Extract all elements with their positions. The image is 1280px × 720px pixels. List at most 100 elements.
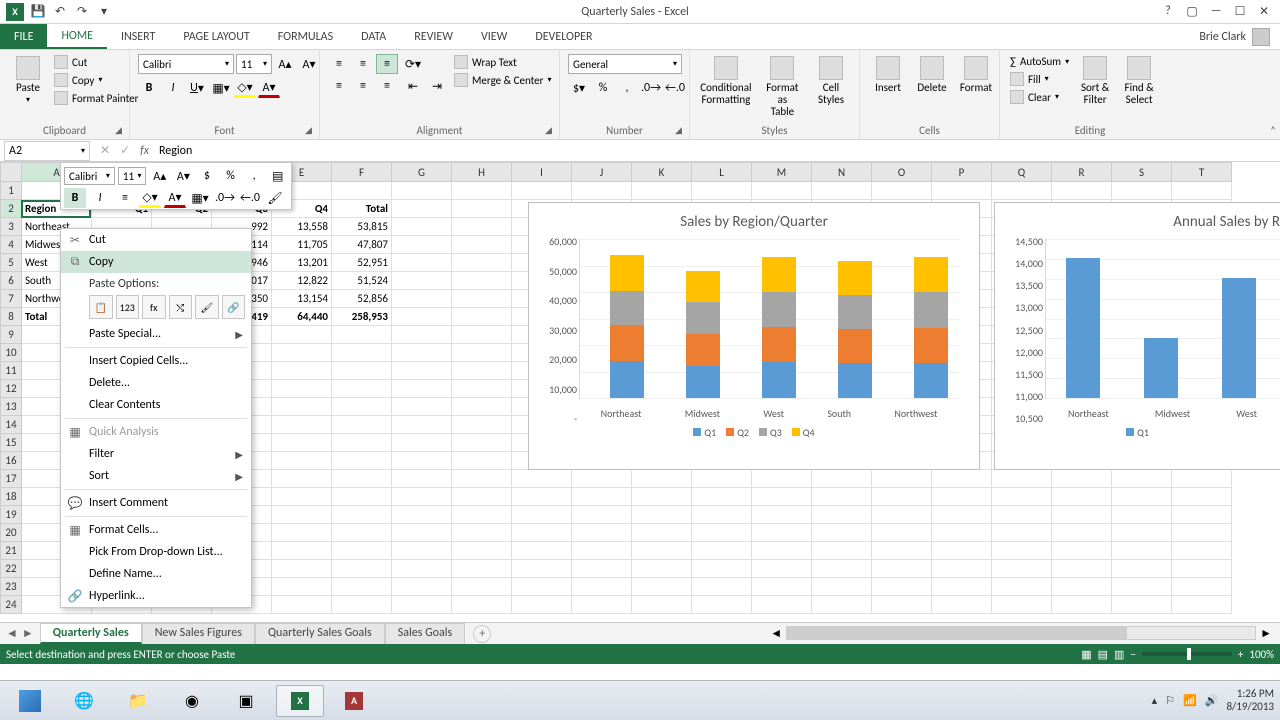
paste-opt-formulas[interactable]: fx (142, 295, 166, 319)
cell[interactable] (452, 344, 512, 362)
cell[interactable] (1112, 560, 1172, 578)
cell[interactable] (392, 254, 452, 272)
cell[interactable] (1052, 578, 1112, 596)
accounting-format-icon[interactable]: $▾ (568, 78, 590, 98)
fill-button[interactable]: Fill▾ (1008, 71, 1071, 87)
cell[interactable] (812, 506, 872, 524)
ctx-filter[interactable]: Filter▶ (61, 443, 251, 465)
align-left-icon[interactable]: ≡ (328, 76, 350, 96)
mini-font-combo[interactable]: Calibri▾ (64, 167, 115, 185)
cell[interactable] (1112, 542, 1172, 560)
cell[interactable] (1112, 182, 1172, 200)
taskbar-app-icon[interactable]: ▣ (222, 685, 270, 717)
cell[interactable] (992, 506, 1052, 524)
zoom-slider[interactable] (1142, 652, 1232, 656)
cell[interactable] (272, 398, 332, 416)
paste-opt-link[interactable]: 🔗 (222, 295, 246, 319)
mini-comma-icon[interactable]: , (244, 166, 265, 186)
row-header[interactable]: 18 (0, 488, 22, 506)
sheet-tab[interactable]: Sales Goals (385, 623, 466, 644)
cell[interactable] (512, 578, 572, 596)
cell[interactable] (452, 578, 512, 596)
cell[interactable] (992, 182, 1052, 200)
cell[interactable] (452, 524, 512, 542)
cell[interactable] (572, 506, 632, 524)
cell[interactable] (872, 596, 932, 614)
ctx-paste-special[interactable]: Paste Special...▶ (61, 323, 251, 345)
mini-grow-font-icon[interactable]: A▴ (149, 166, 170, 186)
cell[interactable] (812, 182, 872, 200)
mini-size-combo[interactable]: 11▾ (118, 167, 147, 185)
cell[interactable] (752, 470, 812, 488)
cell[interactable] (812, 560, 872, 578)
font-size-combo[interactable]: 11▾ (236, 54, 272, 74)
enter-formula-icon[interactable]: ✓ (120, 143, 130, 158)
ctx-pick-dropdown[interactable]: Pick From Drop-down List... (61, 541, 251, 563)
cell[interactable]: 51,524 (332, 272, 392, 290)
cell[interactable] (452, 398, 512, 416)
cell[interactable] (632, 506, 692, 524)
paste-opt-formatting[interactable]: 🖌 (195, 295, 219, 319)
column-header[interactable]: M (752, 162, 812, 182)
delete-cells-button[interactable]: Delete (912, 54, 952, 96)
mini-percent-icon[interactable]: % (220, 166, 241, 186)
orientation-icon[interactable]: ⟳▾ (402, 54, 424, 74)
cell[interactable]: 47,807 (332, 236, 392, 254)
cell[interactable] (392, 542, 452, 560)
cell[interactable] (452, 182, 512, 200)
cell[interactable] (812, 524, 872, 542)
cell[interactable] (932, 470, 992, 488)
format-as-table-button[interactable]: Format as Table (758, 54, 807, 120)
ctx-format-cells[interactable]: ▦Format Cells... (61, 519, 251, 541)
cell[interactable] (332, 542, 392, 560)
cell[interactable] (392, 524, 452, 542)
taskbar-ie-icon[interactable]: 🌐 (60, 685, 108, 717)
qat-customize-icon[interactable]: ▾ (96, 4, 112, 20)
cell[interactable] (812, 578, 872, 596)
cell[interactable] (272, 380, 332, 398)
cell[interactable] (992, 470, 1052, 488)
chart-sales-by-region[interactable]: Sales by Region/Quarter 60,00050,00040,0… (528, 202, 980, 470)
cell[interactable] (752, 506, 812, 524)
taskbar-explorer-icon[interactable]: 📁 (114, 685, 162, 717)
cell[interactable] (332, 380, 392, 398)
cell[interactable] (692, 506, 752, 524)
cell[interactable] (872, 488, 932, 506)
copy-button[interactable]: Copy▾ (52, 72, 140, 88)
cell[interactable]: 13,201 (272, 254, 332, 272)
column-header[interactable]: S (1112, 162, 1172, 182)
tab-developer[interactable]: DEVELOPER (521, 24, 606, 49)
cell[interactable] (332, 506, 392, 524)
tray-flag-icon[interactable]: ⚐ (1165, 694, 1175, 707)
cell[interactable] (392, 470, 452, 488)
ctx-clear-contents[interactable]: Clear Contents (61, 394, 251, 416)
mini-center-icon[interactable]: ≡ (114, 188, 136, 208)
view-normal-icon[interactable]: ▦ (1081, 648, 1091, 661)
cell[interactable] (452, 488, 512, 506)
cell[interactable] (452, 326, 512, 344)
cell[interactable] (632, 578, 692, 596)
cell[interactable] (392, 398, 452, 416)
row-header[interactable]: 12 (0, 380, 22, 398)
horizontal-scrollbar[interactable]: ◄ ► (491, 626, 1280, 641)
sheet-tab[interactable]: Quarterly Sales (40, 623, 142, 644)
cell[interactable] (332, 362, 392, 380)
cell[interactable] (512, 596, 572, 614)
row-header[interactable]: 5 (0, 254, 22, 272)
cell[interactable] (392, 272, 452, 290)
underline-button[interactable]: U▾ (186, 78, 208, 98)
row-header[interactable]: 22 (0, 560, 22, 578)
cut-button[interactable]: Cut (52, 54, 140, 70)
sort-filter-button[interactable]: Sort & Filter (1075, 54, 1115, 108)
cell-styles-button[interactable]: Cell Styles (811, 54, 851, 108)
insert-cells-button[interactable]: Insert (868, 54, 908, 96)
cell[interactable] (272, 596, 332, 614)
ctx-insert-copied[interactable]: Insert Copied Cells... (61, 350, 251, 372)
paste-opt-transpose[interactable]: ⤭ (169, 295, 193, 319)
column-header[interactable]: Q (992, 162, 1052, 182)
decrease-decimal-icon[interactable]: ←.0 (664, 78, 686, 98)
cell[interactable] (392, 290, 452, 308)
column-header[interactable]: R (1052, 162, 1112, 182)
column-header[interactable]: J (572, 162, 632, 182)
align-center-icon[interactable]: ≡ (352, 76, 374, 96)
